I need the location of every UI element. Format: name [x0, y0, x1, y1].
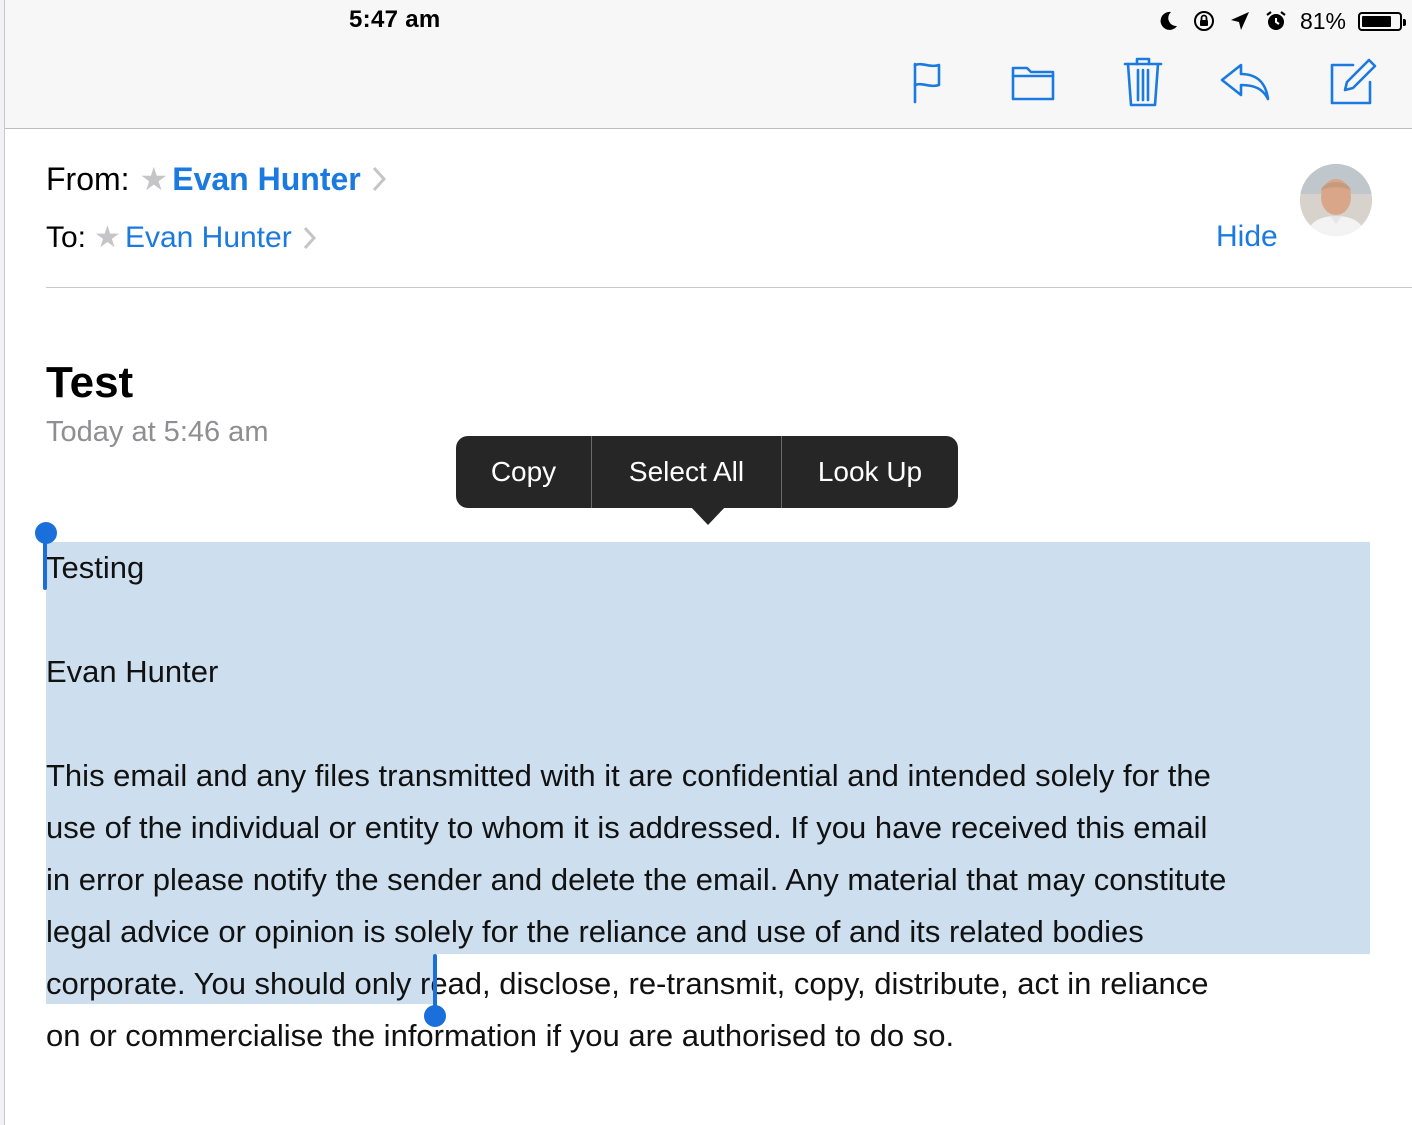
folder-icon: [1011, 66, 1055, 101]
body-line: This email and any files transmitted wit…: [46, 758, 1211, 793]
body-line: corporate. You should only read, disclos…: [46, 966, 1209, 1001]
signature-name: Evan Hunter: [46, 654, 219, 689]
message-date: Today at 5:46 am: [46, 416, 269, 448]
top-toolbar: 5:47 am 81%: [5, 0, 1412, 129]
split-view-edge: [0, 0, 5, 1125]
vip-star-icon: ★: [94, 221, 121, 254]
body-line: on or commercialise the information if y…: [46, 1018, 955, 1053]
alarm-icon: [1266, 11, 1286, 30]
body-line: use of the individual or entity to whom …: [46, 810, 1208, 845]
to-contact[interactable]: Evan Hunter: [125, 221, 292, 255]
body-line: legal advice or opinion is solely for th…: [46, 914, 1144, 949]
from-contact[interactable]: Evan Hunter: [172, 161, 360, 198]
flag-icon: [913, 62, 941, 104]
flag-button[interactable]: [902, 54, 956, 110]
look-up-menu-item[interactable]: Look Up: [782, 436, 958, 508]
hide-details-link[interactable]: Hide: [1216, 220, 1278, 254]
trash-icon: [1123, 57, 1163, 107]
reply-icon: [1220, 63, 1270, 101]
chevron-right-icon[interactable]: [302, 225, 318, 251]
rotation-lock-icon: [1193, 11, 1214, 31]
select-all-menu-item[interactable]: Select All: [592, 436, 781, 508]
status-indicators: 81%: [1156, 6, 1406, 36]
body-line: Testing: [46, 550, 145, 585]
body-line: in error please notify the sender and de…: [46, 862, 1227, 897]
selection-end-caret: [433, 954, 437, 1010]
from-label: From:: [46, 160, 130, 197]
header-divider: [46, 287, 1412, 288]
compose-icon: [1330, 58, 1377, 105]
from-row: From: ★ Evan Hunter: [46, 160, 387, 198]
battery-percent: 81%: [1299, 7, 1346, 34]
to-row: To: ★ Evan Hunter: [46, 220, 318, 255]
edit-menu-arrow: [690, 506, 726, 525]
reply-button[interactable]: [1218, 54, 1272, 110]
selection-end-handle[interactable]: [424, 1005, 446, 1027]
trash-button[interactable]: [1116, 54, 1170, 110]
message-subject: Test: [46, 358, 134, 407]
avatar[interactable]: [1300, 164, 1372, 236]
status-time: 5:47 am: [349, 6, 441, 33]
compose-button[interactable]: [1325, 54, 1379, 110]
chevron-right-icon[interactable]: [371, 165, 387, 193]
selection-start-caret: [43, 540, 47, 590]
moon-icon: [1160, 11, 1177, 30]
to-label: To:: [46, 220, 87, 254]
copy-menu-item[interactable]: Copy: [456, 436, 591, 508]
selection-start-handle[interactable]: [35, 522, 57, 544]
battery-icon: [1358, 11, 1406, 31]
location-arrow-icon: [1230, 12, 1249, 30]
avatar-photo: [1300, 164, 1372, 236]
vip-star-icon: ★: [139, 161, 169, 197]
move-to-folder-button[interactable]: [1006, 54, 1060, 110]
edit-menu: Copy Select All Look Up: [456, 436, 958, 508]
